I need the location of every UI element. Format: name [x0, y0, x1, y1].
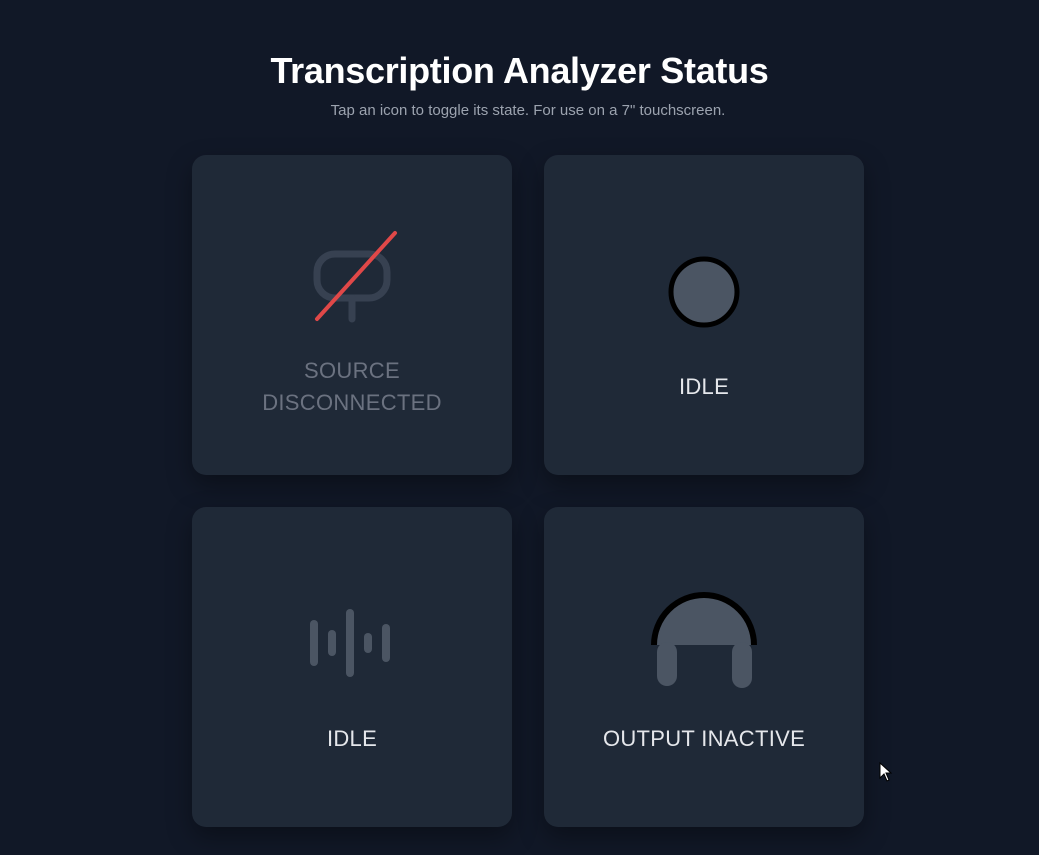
source-label-line1: SOURCE: [304, 358, 400, 383]
recording-label: IDLE: [678, 374, 730, 399]
record-circle-icon: [544, 255, 864, 329]
page-title: Transcription Analyzer Status: [270, 50, 769, 91]
audio-tile[interactable]: IDLE: [192, 507, 512, 827]
mouse-pointer-icon: [879, 761, 893, 787]
audio-label: IDLE: [326, 726, 378, 751]
source-label-line2: DISCONNECTED: [262, 390, 442, 415]
source-label: SOURCE DISCONNECTED: [192, 355, 512, 419]
status-page: Transcription Analyzer Status Tap an ico…: [0, 0, 1039, 855]
headphones-icon: [544, 587, 864, 697]
recording-tile[interactable]: IDLE: [544, 155, 864, 475]
page-subtitle: Tap an icon to toggle its state. For use…: [330, 102, 726, 119]
output-label: OUTPUT INACTIVE: [602, 726, 806, 751]
microphone-slash-icon: [192, 227, 512, 327]
waveform-icon: [192, 607, 512, 679]
output-tile[interactable]: OUTPUT INACTIVE: [544, 507, 864, 827]
source-tile[interactable]: SOURCE DISCONNECTED: [192, 155, 512, 475]
